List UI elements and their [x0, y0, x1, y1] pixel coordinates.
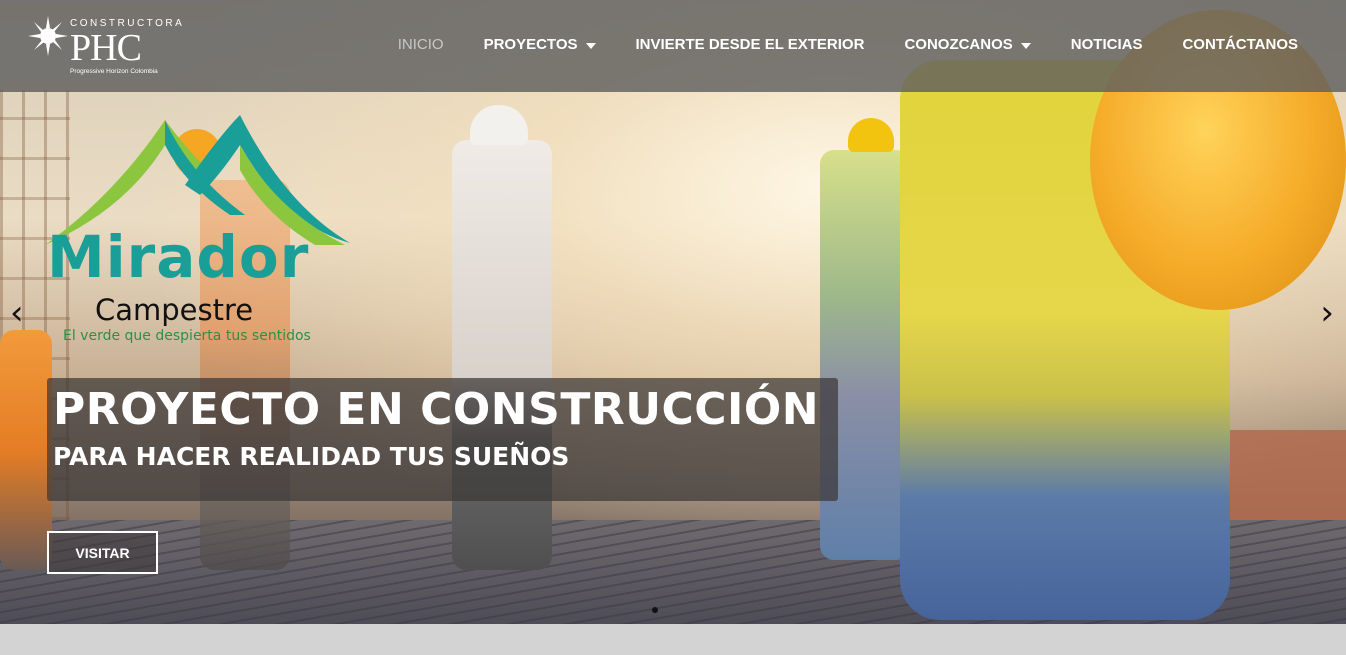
project-subtitle: Campestre	[95, 293, 254, 327]
site-logo[interactable]: CONSTRUCTORA PHC Progressive Horizon Col…	[28, 14, 198, 80]
nav-item-conozcanos[interactable]: CONOZCANOS	[904, 36, 1031, 53]
worker-figure	[0, 330, 52, 570]
logo-main-text: PHC	[70, 27, 142, 69]
project-logo: Mirador Campestre El verde que despierta…	[45, 115, 355, 355]
worker-figure	[848, 118, 894, 152]
caret-down-icon	[1020, 42, 1031, 49]
worker-figure	[452, 140, 552, 570]
slider-pagination-dot[interactable]	[652, 607, 658, 613]
caret-down-icon	[585, 42, 596, 49]
slider-next-arrow-icon[interactable]: ›	[1320, 296, 1334, 330]
page-section-below	[0, 624, 1346, 655]
nav-label: NOTICIAS	[1070, 36, 1143, 53]
slide-caption: PROYECTO EN CONSTRUCCIÓN PARA HACER REAL…	[47, 378, 838, 501]
slider-prev-arrow-icon[interactable]: ‹	[10, 296, 24, 330]
sun-logo-icon	[28, 16, 68, 56]
nav-label: INVIERTE DESDE EL EXTERIOR	[635, 36, 865, 53]
worker-figure	[470, 105, 528, 145]
nav-item-proyectos[interactable]: PROYECTOS	[484, 36, 596, 53]
main-nav: INICIO PROYECTOS INVIERTE DESDE EL EXTER…	[398, 36, 1298, 53]
nav-label: PROYECTOS	[483, 36, 578, 53]
project-name: Mirador	[47, 223, 310, 291]
nav-item-invierte[interactable]: INVIERTE DESDE EL EXTERIOR	[636, 36, 865, 53]
nav-label: CONOZCANOS	[904, 36, 1013, 53]
project-tagline: El verde que despierta tus sentidos	[63, 328, 311, 344]
site-header: CONSTRUCTORA PHC Progressive Horizon Col…	[0, 0, 1346, 92]
nav-label: CONTÁCTANOS	[1182, 36, 1298, 53]
nav-label: INICIO	[397, 36, 444, 53]
slide-subtitle: PARA HACER REALIDAD TUS SUEÑOS	[53, 442, 570, 471]
nav-item-inicio[interactable]: INICIO	[398, 36, 444, 53]
visit-button[interactable]: VISITAR	[47, 531, 158, 574]
slide-title: PROYECTO EN CONSTRUCCIÓN	[53, 384, 820, 435]
nav-item-contactanos[interactable]: CONTÁCTANOS	[1182, 36, 1298, 53]
nav-item-noticias[interactable]: NOTICIAS	[1071, 36, 1143, 53]
logo-sub-text: Progressive Horizon Colombia	[70, 68, 158, 75]
